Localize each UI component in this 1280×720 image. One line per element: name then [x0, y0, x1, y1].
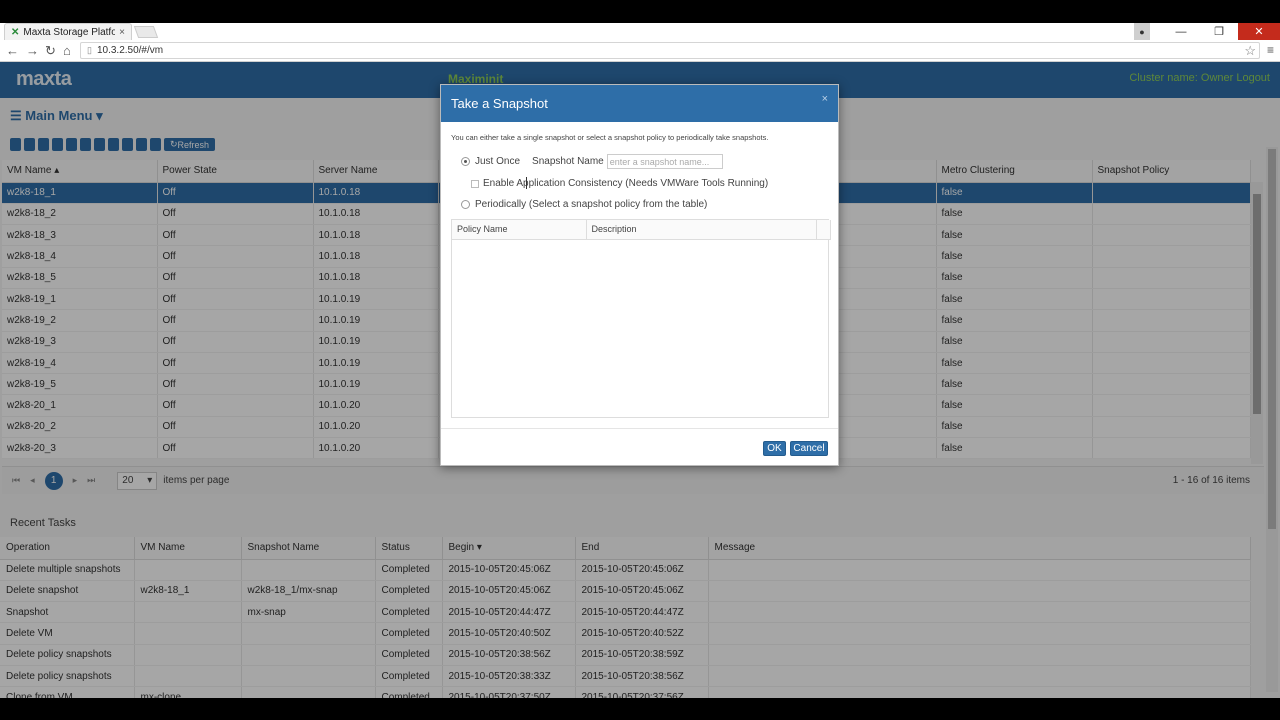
minimize-icon[interactable]: —: [1162, 23, 1200, 40]
app-consistency-row: Enable Application Consistency (Needs VM…: [471, 178, 768, 189]
window-close-icon[interactable]: ✕: [1238, 23, 1280, 40]
browser-tab[interactable]: ✕ Maxta Storage Platfo ×: [4, 23, 132, 40]
just-once-row: Just Once Snapshot Name: [461, 154, 723, 169]
col-description[interactable]: Description: [586, 220, 817, 240]
screen-top-bar: [0, 0, 1280, 23]
home-icon[interactable]: ⌂: [63, 43, 71, 58]
take-snapshot-dialog: Take a Snapshot × You can either take a …: [440, 84, 839, 466]
tab-close-icon[interactable]: ×: [119, 27, 125, 38]
policy-table: Policy Name Description: [451, 219, 831, 418]
periodically-label: Periodically (Select a snapshot policy f…: [475, 199, 708, 210]
browser-tabstrip: ✕ Maxta Storage Platfo ×: [0, 23, 1280, 40]
bookmark-star-icon[interactable]: ☆: [1244, 43, 1256, 59]
snapshot-name-label: Snapshot Name: [532, 156, 604, 167]
col-policy-name[interactable]: Policy Name: [452, 220, 587, 240]
dialog-title: Take a Snapshot: [451, 96, 548, 111]
dialog-close-icon[interactable]: ×: [822, 93, 828, 105]
reload-icon[interactable]: ↻: [45, 43, 56, 59]
dialog-footer: OK Cancel: [441, 428, 838, 466]
restore-icon[interactable]: ❐: [1200, 23, 1238, 40]
new-tab-button[interactable]: [133, 26, 159, 38]
just-once-radio[interactable]: [461, 157, 470, 166]
col-filler: [816, 220, 831, 240]
url-text: 10.3.2.50/#/vm: [96, 45, 164, 56]
ok-button[interactable]: OK: [763, 441, 786, 456]
screen-bottom-bar: [0, 698, 1280, 720]
cancel-button[interactable]: Cancel: [790, 441, 828, 456]
dialog-header: Take a Snapshot ×: [441, 85, 838, 122]
dialog-intro: You can either take a single snapshot or…: [451, 133, 769, 142]
just-once-label: Just Once: [475, 156, 521, 167]
user-profile-icon[interactable]: ●: [1134, 23, 1150, 40]
snapshot-name-input[interactable]: [606, 154, 723, 169]
policy-table-header: Policy Name Description: [452, 220, 831, 240]
app-consistency-checkbox[interactable]: [471, 179, 479, 188]
tab-title: Maxta Storage Platfo: [23, 26, 116, 38]
page-icon: ▯: [87, 45, 92, 55]
periodically-radio[interactable]: [461, 200, 470, 209]
periodically-row: Periodically (Select a snapshot policy f…: [461, 199, 707, 210]
url-field[interactable]: ▯ 10.3.2.50/#/vm: [80, 42, 1260, 59]
maxta-favicon-icon: ✕: [11, 26, 20, 38]
address-bar: ← → ↻ ⌂ ▯ 10.3.2.50/#/vm ☆ ≡: [0, 40, 1280, 62]
back-icon[interactable]: ←: [6, 43, 19, 58]
forward-icon[interactable]: →: [26, 43, 39, 58]
text-cursor-icon: [526, 177, 530, 189]
browser-menu-icon[interactable]: ≡: [1267, 43, 1274, 57]
window-controls: ● — ❐ ✕: [1134, 23, 1280, 40]
